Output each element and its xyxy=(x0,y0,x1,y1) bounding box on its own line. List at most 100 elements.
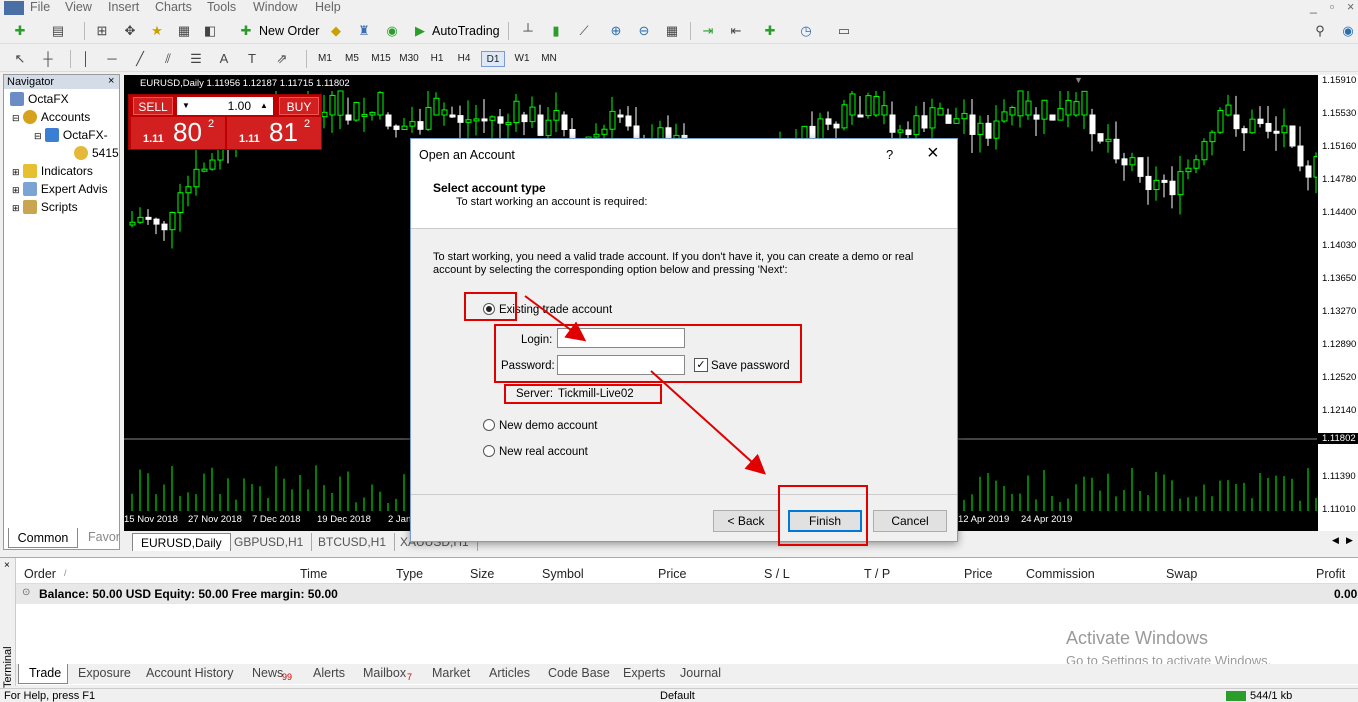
menu-help[interactable]: Help xyxy=(315,0,341,14)
search-icon[interactable]: ⚲ xyxy=(1310,21,1330,41)
nav-account-number[interactable]: 5415 xyxy=(74,146,119,160)
menu-tools[interactable]: Tools xyxy=(207,0,236,14)
tab-scroll-right-icon[interactable]: ▶ xyxy=(1346,535,1353,546)
crosshair-icon[interactable]: ┼ xyxy=(38,49,58,69)
navigator-icon[interactable]: ★ xyxy=(147,21,167,41)
bar-chart-icon[interactable]: ┴ xyxy=(518,21,538,41)
tab-account-history[interactable]: Account History xyxy=(146,666,234,680)
new-order-icon[interactable]: ✚ xyxy=(236,21,256,41)
new-order-button[interactable]: New Order xyxy=(259,24,319,38)
autoscroll-icon[interactable]: ⇥ xyxy=(698,21,718,41)
col-symbol[interactable]: Symbol xyxy=(542,567,584,581)
menu-insert[interactable]: Insert xyxy=(108,0,139,14)
tf-w1[interactable]: W1 xyxy=(510,51,534,67)
buy-price[interactable]: 1.11 81 2 xyxy=(227,117,321,149)
new-chart-icon[interactable]: ✚ xyxy=(10,21,30,41)
col-time[interactable]: Time xyxy=(300,567,327,581)
buy-button[interactable]: BUY xyxy=(279,97,319,115)
restore-icon[interactable]: ▫ xyxy=(1330,0,1334,14)
tab-mailbox[interactable]: Mailbox xyxy=(363,666,406,680)
tf-h4[interactable]: H4 xyxy=(452,51,476,67)
community-icon[interactable]: ◉ xyxy=(1338,21,1358,41)
tab-trade[interactable]: Trade xyxy=(29,666,61,680)
tab-scroll-left-icon[interactable]: ◀ xyxy=(1332,535,1339,546)
lot-up-icon[interactable]: ▲ xyxy=(255,97,273,115)
status-profile[interactable]: Default xyxy=(660,690,695,702)
col-tp[interactable]: T / P xyxy=(864,567,890,581)
chart-tab-eurusd[interactable]: EURUSD,Daily xyxy=(132,533,231,551)
col-price-current[interactable]: Price xyxy=(964,567,992,581)
nav-tab-common[interactable]: Common xyxy=(8,528,78,548)
zoom-in-icon[interactable]: ⊕ xyxy=(606,21,626,41)
cursor-icon[interactable]: ↖ xyxy=(10,49,30,69)
tf-d1[interactable]: D1 xyxy=(481,51,505,67)
fibonacci-icon[interactable]: ☰ xyxy=(186,49,206,69)
lot-size-input[interactable]: 1.00 xyxy=(195,97,255,115)
tab-experts[interactable]: Experts xyxy=(623,666,665,680)
minimize-icon[interactable]: _ xyxy=(1310,0,1317,14)
metaeditor-icon[interactable]: ◆ xyxy=(326,21,346,41)
tab-journal[interactable]: Journal xyxy=(680,666,721,680)
menu-charts[interactable]: Charts xyxy=(155,0,192,14)
text-label-icon[interactable]: T xyxy=(242,49,262,69)
nav-tab-favorites[interactable]: Favor xyxy=(88,530,120,544)
tf-m15[interactable]: M15 xyxy=(369,51,393,67)
col-price[interactable]: Price xyxy=(658,567,686,581)
line-chart-icon[interactable]: ⟋ xyxy=(574,21,594,41)
sell-button[interactable]: SELL xyxy=(133,97,173,115)
nav-broker[interactable]: OctaFX xyxy=(10,92,69,106)
col-order[interactable]: Order xyxy=(24,567,56,581)
tf-mn[interactable]: MN xyxy=(537,51,561,67)
tf-m1[interactable]: M1 xyxy=(313,51,337,67)
nav-indicators[interactable]: ⊞ Indicators xyxy=(12,164,93,178)
col-profit[interactable]: Profit xyxy=(1316,567,1345,581)
nav-experts[interactable]: ⊞ Expert Advis xyxy=(12,182,108,196)
autotrading-button[interactable]: AutoTrading xyxy=(432,24,500,38)
tab-market[interactable]: Market xyxy=(432,666,470,680)
tab-code-base[interactable]: Code Base xyxy=(548,666,610,680)
market-icon[interactable]: ◉ xyxy=(382,21,402,41)
col-sl[interactable]: S / L xyxy=(764,567,790,581)
strategy-tester-icon[interactable]: ◧ xyxy=(200,21,220,41)
col-size[interactable]: Size xyxy=(470,567,494,581)
chart-tab-btcusd[interactable]: BTCUSD,H1 xyxy=(310,533,396,551)
nav-accounts[interactable]: ⊟ Accounts xyxy=(12,110,90,124)
market-watch-icon[interactable]: ⊞ xyxy=(92,21,112,41)
balance-row[interactable]: ⊙ Balance: 50.00 USD Equity: 50.00 Free … xyxy=(16,584,1358,604)
col-commission[interactable]: Commission xyxy=(1026,567,1095,581)
profiles-icon[interactable]: ▤ xyxy=(48,21,68,41)
chart-shift-icon[interactable]: ⇤ xyxy=(726,21,746,41)
zoom-out-icon[interactable]: ⊖ xyxy=(634,21,654,41)
channel-icon[interactable]: ⫽ xyxy=(158,49,178,69)
tile-windows-icon[interactable]: ▦ xyxy=(662,21,682,41)
navigator-close-icon[interactable]: × xyxy=(108,75,114,87)
tab-articles[interactable]: Articles xyxy=(489,666,530,680)
terminal-close-icon[interactable]: × xyxy=(4,560,10,571)
tab-alerts[interactable]: Alerts xyxy=(313,666,345,680)
data-window-icon[interactable]: ✥ xyxy=(120,21,140,41)
lot-down-icon[interactable]: ▼ xyxy=(177,97,195,115)
tf-m5[interactable]: M5 xyxy=(340,51,364,67)
sell-price[interactable]: 1.11 80 2 xyxy=(131,117,225,149)
tf-h1[interactable]: H1 xyxy=(425,51,449,67)
candlestick-icon[interactable]: ▮ xyxy=(546,21,566,41)
autotrading-icon[interactable]: ▶ xyxy=(410,21,430,41)
signals-icon[interactable]: ♜ xyxy=(354,21,374,41)
col-type[interactable]: Type xyxy=(396,567,423,581)
chart-tab-gbpusd[interactable]: GBPUSD,H1 xyxy=(226,533,313,551)
horizontal-line-icon[interactable]: ─ xyxy=(102,49,122,69)
trendline-icon[interactable]: ╱ xyxy=(130,49,150,69)
tf-m30[interactable]: M30 xyxy=(397,51,421,67)
menu-window[interactable]: Window xyxy=(253,0,297,14)
close-icon[interactable]: × xyxy=(1347,0,1354,14)
nav-account-server[interactable]: ⊟ OctaFX- xyxy=(34,128,108,142)
periods-icon[interactable]: ◷ xyxy=(796,21,816,41)
indicators-icon[interactable]: ✚ xyxy=(760,21,780,41)
templates-icon[interactable]: ▭ xyxy=(834,21,854,41)
terminal-icon[interactable]: ▦ xyxy=(174,21,194,41)
arrows-icon[interactable]: ⇗ xyxy=(272,49,292,69)
text-icon[interactable]: A xyxy=(214,49,234,69)
tab-exposure[interactable]: Exposure xyxy=(78,666,131,680)
menu-view[interactable]: View xyxy=(65,0,92,14)
nav-scripts[interactable]: ⊞ Scripts xyxy=(12,200,78,214)
